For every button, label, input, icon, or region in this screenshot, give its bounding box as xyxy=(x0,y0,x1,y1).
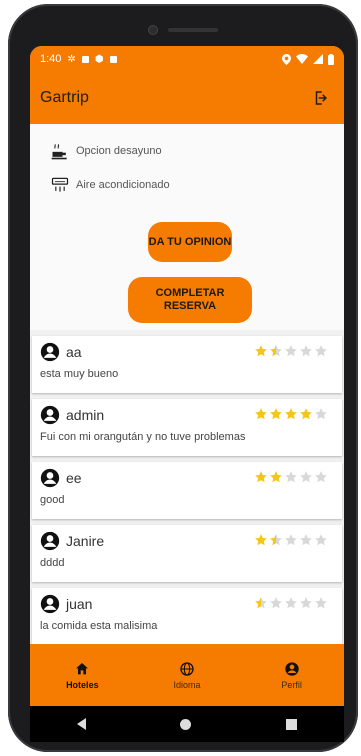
give-opinion-button[interactable]: DA TU OPINION xyxy=(148,222,232,262)
star-icon xyxy=(270,597,282,609)
star-icon xyxy=(285,345,297,357)
star-icon xyxy=(255,534,267,546)
review-card: Janire dddd xyxy=(32,525,342,582)
star-icon xyxy=(300,345,312,357)
signal-icon xyxy=(313,54,323,64)
status-bar: 1:40 ✲ ⬢ xyxy=(30,46,344,72)
back-icon[interactable] xyxy=(77,718,87,730)
camera-icon xyxy=(148,25,158,35)
star-icon xyxy=(255,597,267,609)
review-user-name: admin xyxy=(66,407,105,423)
app-bar: Gartrip xyxy=(30,72,344,124)
breakfast-icon xyxy=(51,144,67,160)
nav-idioma[interactable]: Idioma xyxy=(147,661,227,690)
system-navigation-bar xyxy=(30,706,344,742)
status-time: 1:40 xyxy=(40,53,62,65)
globe-icon xyxy=(180,661,194,676)
review-user-name: Janire xyxy=(66,533,105,549)
star-icon xyxy=(300,534,312,546)
app-title: Gartrip xyxy=(40,89,89,106)
star-icon xyxy=(300,597,312,609)
star-icon xyxy=(315,534,327,546)
star-icon xyxy=(285,408,297,420)
review-card: admin Fui con mi orangután y no tuve prob… xyxy=(32,399,342,456)
review-user-name: aa xyxy=(66,344,82,360)
review-comment: esta muy bueno xyxy=(40,368,119,380)
bottom-navigation: Hoteles Idioma Perfil xyxy=(30,644,344,706)
shield-icon: ⬢ xyxy=(94,53,104,65)
review-comment: good xyxy=(40,494,65,506)
rating-stars xyxy=(254,470,328,484)
star-icon xyxy=(285,597,297,609)
speaker-grille xyxy=(168,28,218,32)
amenity-air-conditioning: Aire acondicionado xyxy=(50,168,344,202)
air-conditioner-icon xyxy=(51,177,69,192)
review-card: aa esta muy bueno xyxy=(32,336,342,393)
wifi-icon xyxy=(296,54,308,64)
rating-stars xyxy=(254,533,328,547)
rating-stars xyxy=(254,407,328,421)
amenities-section: Opcion desayuno Aire acondicionado DA TU… xyxy=(30,124,344,330)
review-comment: Fui con mi orangután y no tuve problemas xyxy=(40,431,246,443)
nav-label: Perfil xyxy=(281,679,302,690)
star-icon xyxy=(285,471,297,483)
amenity-label: Opcion desayuno xyxy=(76,145,162,157)
profile-icon xyxy=(284,661,299,676)
user-avatar-icon xyxy=(40,594,60,614)
app-screen: 1:40 ✲ ⬢ Gartrip Opcion desayuno Aire ac… xyxy=(30,46,344,706)
star-icon xyxy=(315,345,327,357)
nav-perfil[interactable]: Perfil xyxy=(252,661,332,690)
home-button-icon[interactable] xyxy=(180,718,192,730)
sd-card-icon xyxy=(109,55,117,63)
rating-stars xyxy=(254,596,328,610)
recents-icon[interactable] xyxy=(285,718,297,730)
star-icon xyxy=(270,471,282,483)
location-icon xyxy=(282,53,291,65)
settings-icon: ✲ xyxy=(67,53,76,65)
logout-icon[interactable] xyxy=(312,89,330,107)
star-icon xyxy=(300,408,312,420)
battery-icon xyxy=(328,53,334,65)
review-comment: dddd xyxy=(40,557,65,569)
star-icon xyxy=(285,534,297,546)
star-icon xyxy=(315,471,327,483)
star-icon xyxy=(300,471,312,483)
user-avatar-icon xyxy=(40,531,60,551)
rating-stars xyxy=(254,344,328,358)
nav-label: Hoteles xyxy=(66,679,99,690)
star-icon xyxy=(270,408,282,420)
amenity-label: Aire acondicionado xyxy=(76,179,170,191)
reviews-list: aa esta muy bueno admin Fui con mi orangutá… xyxy=(30,336,344,644)
nav-label: Idioma xyxy=(173,679,201,690)
star-icon xyxy=(270,345,282,357)
review-comment: la comida esta malisima xyxy=(40,620,158,632)
user-avatar-icon xyxy=(40,405,60,425)
phone-speaker xyxy=(118,24,248,36)
star-icon xyxy=(255,408,267,420)
star-icon xyxy=(315,597,327,609)
notification-icon xyxy=(81,55,89,63)
review-card: juan la comida esta malisima xyxy=(32,588,342,644)
user-avatar-icon xyxy=(40,468,60,488)
hotel-detail-content[interactable]: Opcion desayuno Aire acondicionado DA TU… xyxy=(30,124,344,644)
star-icon xyxy=(315,408,327,420)
nav-hoteles[interactable]: Hoteles xyxy=(42,661,122,690)
star-icon xyxy=(255,471,267,483)
review-user-name: juan xyxy=(66,596,93,612)
amenity-breakfast: Opcion desayuno xyxy=(50,134,344,168)
review-card: ee good xyxy=(32,462,342,519)
star-icon xyxy=(255,345,267,357)
user-avatar-icon xyxy=(40,342,60,362)
star-icon xyxy=(270,534,282,546)
review-user-name: ee xyxy=(66,470,82,486)
complete-reservation-button[interactable]: COMPLETAR RESERVA xyxy=(128,277,252,323)
home-icon xyxy=(76,662,89,674)
